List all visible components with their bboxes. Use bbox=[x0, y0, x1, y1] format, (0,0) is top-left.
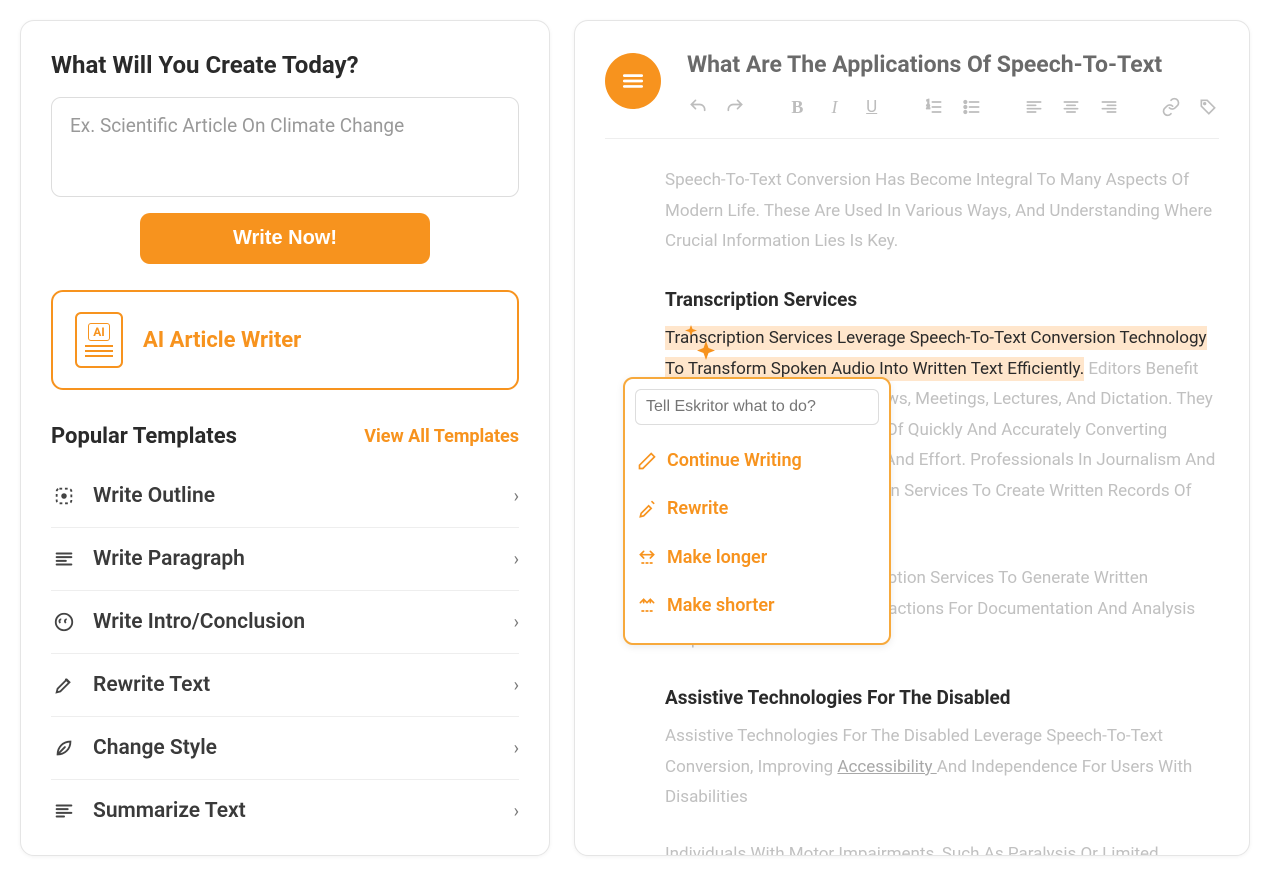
editor-header: What Are The Applications Of Speech-To-T… bbox=[605, 51, 1219, 139]
align-left-button[interactable] bbox=[1024, 96, 1045, 118]
align-center-button[interactable] bbox=[1061, 96, 1082, 118]
unordered-list-button[interactable] bbox=[961, 96, 982, 118]
chevron-right-icon: › bbox=[514, 738, 519, 759]
italic-button[interactable]: I bbox=[824, 96, 845, 118]
leaf-icon bbox=[51, 735, 77, 761]
template-rewrite-text[interactable]: Rewrite Text › bbox=[51, 654, 519, 717]
chevron-right-icon: › bbox=[514, 801, 519, 822]
templates-list: Write Outline › Write Paragraph › Write … bbox=[51, 465, 519, 842]
chevron-right-icon: › bbox=[514, 612, 519, 633]
quote-icon bbox=[51, 609, 77, 635]
underline-button[interactable]: U bbox=[861, 96, 882, 118]
ai-article-writer-card[interactable]: AI AI Article Writer bbox=[51, 290, 519, 390]
section-heading: Transcription Services bbox=[665, 283, 1219, 317]
template-label: Write Intro/Conclusion bbox=[93, 610, 498, 634]
template-write-intro-conclusion[interactable]: Write Intro/Conclusion › bbox=[51, 591, 519, 654]
chevron-right-icon: › bbox=[514, 549, 519, 570]
svg-text:2: 2 bbox=[927, 105, 931, 111]
ai-writer-icon: AI bbox=[75, 312, 123, 368]
accessibility-link[interactable]: Accessibility bbox=[837, 757, 936, 777]
redo-button[interactable] bbox=[724, 96, 745, 118]
view-all-templates-link[interactable]: View All Templates bbox=[364, 426, 519, 447]
chevron-right-icon: › bbox=[514, 675, 519, 696]
undo-button[interactable] bbox=[687, 96, 708, 118]
paragraph-icon bbox=[51, 546, 77, 572]
template-summarize-text[interactable]: Summarize Text › bbox=[51, 780, 519, 842]
section-paragraph: Individuals With Motor Impairments, Such… bbox=[665, 839, 1219, 856]
template-write-paragraph[interactable]: Write Paragraph › bbox=[51, 528, 519, 591]
editor-panel: What Are The Applications Of Speech-To-T… bbox=[574, 20, 1250, 856]
link-button[interactable] bbox=[1161, 96, 1182, 118]
rewrite-icon bbox=[51, 672, 77, 698]
template-label: Write Outline bbox=[93, 484, 498, 508]
create-heading: What Will You Create Today? bbox=[51, 51, 519, 79]
article-body: Speech-To-Text Conversion Has Become Int… bbox=[605, 165, 1219, 856]
template-write-outline[interactable]: Write Outline › bbox=[51, 465, 519, 528]
outline-icon bbox=[51, 483, 77, 509]
template-change-style[interactable]: Change Style › bbox=[51, 717, 519, 780]
menu-button[interactable] bbox=[605, 53, 661, 109]
section-paragraph: Assistive Technologies For The Disabled … bbox=[665, 721, 1219, 813]
toolbar: B I U 12 bbox=[687, 96, 1219, 118]
ai-action-make-longer[interactable]: Make longer bbox=[635, 534, 879, 582]
document-title: What Are The Applications Of Speech-To-T… bbox=[687, 51, 1219, 78]
ai-action-rewrite[interactable]: Rewrite bbox=[635, 485, 879, 533]
template-label: Write Paragraph bbox=[93, 547, 498, 571]
align-right-button[interactable] bbox=[1098, 96, 1119, 118]
tag-button[interactable] bbox=[1198, 96, 1219, 118]
template-label: Rewrite Text bbox=[93, 673, 498, 697]
template-label: Summarize Text bbox=[93, 799, 498, 823]
template-label: Change Style bbox=[93, 736, 498, 760]
ordered-list-button[interactable]: 12 bbox=[924, 96, 945, 118]
ai-action-continue-writing[interactable]: Continue Writing bbox=[635, 437, 879, 485]
chevron-right-icon: › bbox=[514, 486, 519, 507]
ai-action-make-shorter[interactable]: Make shorter bbox=[635, 582, 879, 630]
bold-button[interactable]: B bbox=[787, 96, 808, 118]
summarize-icon bbox=[51, 798, 77, 824]
sparkle-icon bbox=[681, 323, 717, 374]
prompt-input[interactable] bbox=[51, 97, 519, 197]
write-now-button[interactable]: Write Now! bbox=[140, 213, 430, 264]
intro-paragraph: Speech-To-Text Conversion Has Become Int… bbox=[665, 165, 1219, 257]
ai-command-input[interactable] bbox=[635, 389, 879, 425]
ai-article-writer-label: AI Article Writer bbox=[143, 328, 301, 353]
ai-popup: Continue Writing Rewrite Make longer Mak… bbox=[623, 377, 891, 645]
create-panel: What Will You Create Today? Write Now! A… bbox=[20, 20, 550, 856]
section-heading: Assistive Technologies For The Disabled bbox=[665, 681, 1219, 715]
popular-templates-heading: Popular Templates bbox=[51, 424, 237, 449]
templates-header: Popular Templates View All Templates bbox=[51, 424, 519, 449]
